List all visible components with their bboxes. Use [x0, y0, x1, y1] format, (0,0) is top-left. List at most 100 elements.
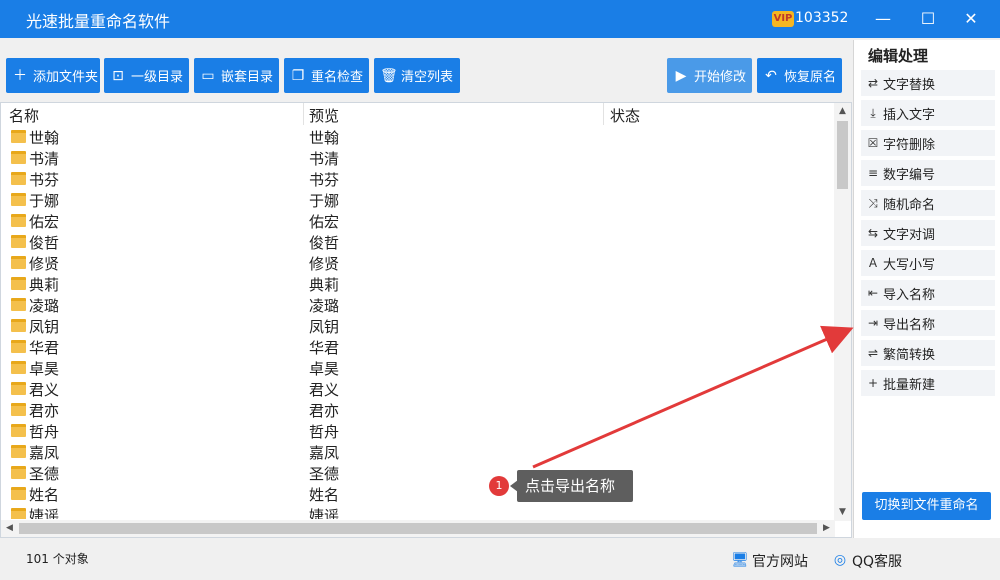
item-preview: 佑宏 [309, 213, 340, 231]
side-item-random-name[interactable]: ⤨ 随机命名 [861, 190, 995, 216]
restore-name-button[interactable]: ↶ 恢复原名 [757, 58, 842, 93]
clear-list-button[interactable]: 🗑 清空列表 [374, 58, 460, 93]
list-item[interactable]: 书清 书清 [1, 148, 835, 169]
scroll-left-icon[interactable]: ◀ [1, 520, 18, 537]
list-item[interactable]: 俊哲 俊哲 [1, 232, 835, 253]
add-folder-button[interactable]: ＋ 添加文件夹 [6, 58, 100, 93]
list-item[interactable]: 凤钥 凤钥 [1, 316, 835, 337]
horizontal-scroll-thumb[interactable] [19, 523, 817, 534]
vip-icon[interactable]: VIP [772, 11, 794, 27]
item-name: 书芬 [29, 171, 60, 189]
item-preview: 于娜 [309, 192, 340, 210]
list-item[interactable]: 修贤 修贤 [1, 253, 835, 274]
support-icon: ◎ [833, 552, 847, 568]
item-name: 凤钥 [29, 318, 60, 336]
folder-icon [11, 508, 26, 519]
list-item[interactable]: 卓昊 卓昊 [1, 358, 835, 379]
shuffle-icon: ⤨ [868, 195, 878, 210]
convert-icon: ⇌ [867, 346, 879, 360]
scroll-down-icon[interactable]: ▼ [834, 504, 851, 521]
list-item[interactable]: 圣德 圣德 [1, 463, 835, 484]
swap-icon: ⇆ [867, 226, 879, 240]
close-button[interactable]: ✕ [958, 6, 984, 32]
list-item[interactable]: 典莉 典莉 [1, 274, 835, 295]
undo-icon: ↶ [765, 67, 777, 84]
side-item-trad-simp[interactable]: ⇌ 繁简转换 [861, 340, 995, 366]
start-modify-button[interactable]: ▶ 开始修改 [667, 58, 752, 93]
item-preview: 姓名 [309, 486, 340, 504]
list-item[interactable]: 哲舟 哲舟 [1, 421, 835, 442]
list-item[interactable]: 凌璐 凌璐 [1, 295, 835, 316]
side-item-insert-text[interactable]: ⤓ 插入文字 [861, 100, 995, 126]
side-item-label: 批量新建 [883, 377, 936, 393]
list-item[interactable]: 华君 华君 [1, 337, 835, 358]
list-item[interactable]: 君亦 君亦 [1, 400, 835, 421]
side-item-import-names[interactable]: ⇤ 导入名称 [861, 280, 995, 306]
horizontal-scrollbar[interactable]: ◀ ▶ [1, 520, 835, 537]
list-item[interactable]: 君义 君义 [1, 379, 835, 400]
list-item[interactable]: 婕谣 婕谣 [1, 505, 835, 519]
list-header: 名称 预览 状态 [1, 103, 835, 127]
column-status[interactable]: 状态 [610, 105, 640, 126]
column-divider[interactable] [603, 103, 604, 125]
minimize-button[interactable]: — [870, 6, 896, 32]
folder-up-icon: ⊡ [112, 67, 124, 84]
list-item[interactable]: 姓名 姓名 [1, 484, 835, 505]
item-name: 于娜 [29, 192, 60, 210]
vertical-scrollbar[interactable]: ▲ ▼ [834, 103, 851, 521]
item-name: 凌璐 [29, 297, 60, 315]
column-preview[interactable]: 预览 [309, 105, 339, 126]
website-label: 官方网站 [752, 554, 808, 570]
website-link[interactable]: 🖥 官方网站 [730, 551, 808, 571]
level1-dir-button[interactable]: ⊡ 一级目录 [104, 58, 189, 93]
list-item[interactable]: 书芬 书芬 [1, 169, 835, 190]
item-preview: 凌璐 [309, 297, 340, 315]
restore-name-label: 恢复原名 [784, 70, 837, 85]
list-item[interactable]: 嘉凤 嘉凤 [1, 442, 835, 463]
toolbar: ＋ 添加文件夹 ⊡ 一级目录 ▭ 嵌套目录 ❐ 重名检查 🗑 清空列表 ▶ 开始… [0, 40, 852, 100]
file-list[interactable]: 名称 预览 状态 世翰 世翰 书清 书清 书芬 书芬 于娜 于娜 佑宏 佑宏 俊哲 俊哲 修… [0, 102, 852, 538]
folder-icon [11, 172, 26, 185]
scroll-up-icon[interactable]: ▲ [834, 103, 851, 120]
item-name: 圣德 [29, 465, 60, 483]
title-bar: 光速批量重命名软件 VIP 103352 — ☐ ✕ [0, 0, 1000, 38]
copy-icon: ❐ [291, 67, 305, 84]
column-name[interactable]: 名称 [9, 105, 39, 126]
scroll-right-icon[interactable]: ▶ [818, 520, 835, 537]
item-name: 书清 [29, 150, 60, 168]
side-item-char-delete[interactable]: ☒ 字符删除 [861, 130, 995, 156]
vertical-scroll-thumb[interactable] [837, 121, 848, 189]
side-item-label: 随机命名 [883, 197, 936, 213]
folder-icon [11, 319, 26, 332]
item-preview: 俊哲 [309, 234, 340, 252]
list-number-icon: ≡ [867, 166, 879, 180]
nested-dir-button[interactable]: ▭ 嵌套目录 [194, 58, 279, 93]
side-item-text-swap[interactable]: ⇆ 文字对调 [861, 220, 995, 246]
insert-icon: ⤓ [870, 105, 876, 120]
list-item[interactable]: 于娜 于娜 [1, 190, 835, 211]
item-name: 俊哲 [29, 234, 60, 252]
side-item-batch-create[interactable]: + 批量新建 [861, 370, 995, 396]
app-title: 光速批量重命名软件 [26, 12, 171, 31]
switch-to-file-rename-button[interactable]: 切换到文件重命名 [862, 492, 991, 520]
item-preview: 圣德 [309, 465, 340, 483]
maximize-button[interactable]: ☐ [915, 6, 941, 32]
edit-panel-heading: 编辑处理 [868, 47, 929, 65]
folder-icon [11, 298, 26, 311]
column-divider[interactable] [303, 103, 304, 125]
side-item-export-names[interactable]: ⇥ 导出名称 [861, 310, 995, 336]
rename-check-button[interactable]: ❐ 重名检查 [284, 58, 369, 93]
list-item[interactable]: 佑宏 佑宏 [1, 211, 835, 232]
side-item-numbering[interactable]: ≡ 数字编号 [861, 160, 995, 186]
clear-list-label: 清空列表 [401, 70, 454, 85]
qq-service-link[interactable]: ◎ QQ客服 [830, 551, 902, 571]
item-preview: 书芬 [309, 171, 340, 189]
folder-icon [11, 235, 26, 248]
side-item-case[interactable]: A 大写小写 [861, 250, 995, 276]
folder-icon [11, 466, 26, 479]
folder-icon [11, 424, 26, 437]
monitor-icon: 🖥 [731, 552, 749, 568]
side-item-text-replace[interactable]: ⇄ 文字替换 [861, 70, 995, 96]
item-name: 修贤 [29, 255, 60, 273]
list-item[interactable]: 世翰 世翰 [1, 127, 835, 148]
